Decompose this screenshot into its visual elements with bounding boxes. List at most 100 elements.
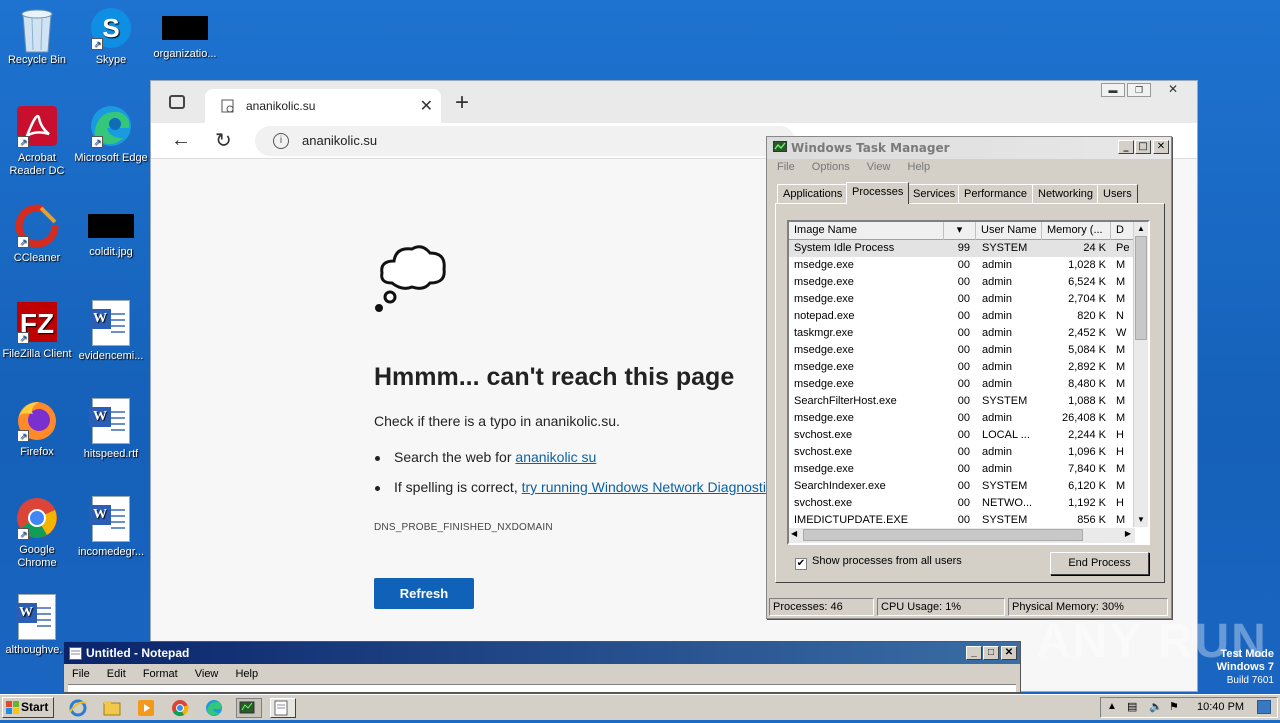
desktop-icon-hitspeed[interactable]: W hitspeed.rtf	[74, 398, 148, 461]
desktop-icon-filezilla[interactable]: FZ ↗ FileZilla Client	[0, 300, 74, 361]
menu-view[interactable]: View	[195, 668, 219, 680]
desktop-icon-organizatio[interactable]: organizatio...	[148, 6, 222, 61]
minimize-button[interactable]: _	[966, 646, 982, 660]
new-tab-icon[interactable]: +	[455, 89, 469, 117]
start-button[interactable]: Start	[2, 697, 54, 718]
desktop-icon-chrome[interactable]: ↗ Google Chrome	[0, 496, 74, 570]
info-icon[interactable]: i	[273, 133, 289, 149]
tab-networking[interactable]: Networking	[1032, 184, 1100, 203]
scroll-right-icon[interactable]: ▶	[1125, 529, 1131, 538]
process-row[interactable]: msedge.exe 00 admin 2,704 K M	[789, 291, 1148, 308]
close-button[interactable]: ✕	[1153, 140, 1169, 154]
notepad-titlebar[interactable]: Untitled - Notepad _ □ ✕	[64, 642, 1020, 664]
menu-view[interactable]: View	[867, 161, 891, 173]
process-row[interactable]: SearchFilterHost.exe 00 SYSTEM 1,088 K M	[789, 393, 1148, 410]
process-row[interactable]: msedge.exe 00 admin 7,840 K M	[789, 461, 1148, 478]
edge-icon[interactable]	[204, 698, 226, 718]
media-player-icon[interactable]	[136, 698, 158, 718]
menu-options[interactable]: Options	[812, 161, 850, 173]
menu-format[interactable]: Format	[143, 668, 178, 680]
maximize-button[interactable]: □	[1135, 140, 1151, 154]
process-row[interactable]: svchost.exe 00 admin 1,096 K H	[789, 444, 1148, 461]
refresh-button[interactable]: Refresh	[374, 578, 474, 609]
close-button[interactable]: ✕	[1153, 83, 1193, 97]
desktop-icon-incomedegr[interactable]: W incomedegr...	[74, 496, 148, 559]
address-bar[interactable]: i ananikolic.su	[255, 126, 795, 156]
column-cpu-sort[interactable]: ▾	[944, 222, 976, 240]
restore-button[interactable]: ❐	[1127, 83, 1151, 97]
task-manager-titlebar[interactable]: Windows Task Manager _ □ ✕	[767, 137, 1171, 159]
show-all-users-checkbox[interactable]: ✔ Show processes from all users	[795, 555, 962, 570]
desktop-icon-recycle-bin[interactable]: Recycle Bin	[0, 6, 74, 67]
process-row[interactable]: msedge.exe 00 admin 8,480 K M	[789, 376, 1148, 393]
desktop-icon-ccleaner[interactable]: ↗ CCleaner	[0, 204, 74, 265]
desktop-icon-skype[interactable]: S ↗ Skype	[74, 6, 148, 67]
tab-actions-icon[interactable]	[169, 95, 185, 109]
menu-help[interactable]: Help	[908, 161, 931, 173]
end-process-button[interactable]: End Process	[1050, 552, 1149, 575]
internet-explorer-icon[interactable]	[68, 698, 90, 718]
scroll-left-icon[interactable]: ◀	[791, 529, 797, 538]
show-hidden-icons-icon[interactable]: ▲	[1107, 701, 1117, 712]
column-memory[interactable]: Memory (...	[1042, 222, 1111, 240]
process-row[interactable]: SearchIndexer.exe 00 SYSTEM 6,120 K M	[789, 478, 1148, 495]
hscroll-thumb[interactable]	[803, 529, 1083, 541]
tab-processes[interactable]: Processes	[846, 182, 910, 204]
horizontal-scrollbar[interactable]: ◀ ▶	[789, 528, 1135, 543]
column-image-name[interactable]: Image Name	[789, 222, 944, 240]
task-manager-taskbar-icon[interactable]	[236, 698, 262, 718]
process-row[interactable]: msedge.exe 00 admin 26,408 K M	[789, 410, 1148, 427]
process-user-name: admin	[982, 276, 1012, 288]
process-row[interactable]: taskmgr.exe 00 admin 2,452 K W	[789, 325, 1148, 342]
close-tab-icon[interactable]: ✕	[420, 96, 433, 116]
desktop-icon-edge[interactable]: ↗ Microsoft Edge	[74, 104, 148, 165]
scroll-up-icon[interactable]: ▲	[1134, 222, 1148, 236]
process-row[interactable]: IMEDICTUPDATE.EXE 00 SYSTEM 856 K M	[789, 512, 1148, 529]
scroll-down-icon[interactable]: ▼	[1134, 513, 1148, 527]
show-desktop-icon[interactable]	[1257, 700, 1271, 714]
explorer-folder-icon[interactable]	[102, 698, 124, 718]
desktop-icon-acrobat[interactable]: ↗ Acrobat Reader DC	[0, 104, 74, 178]
checkbox-checked-icon[interactable]: ✔	[795, 558, 807, 570]
chrome-icon[interactable]	[170, 698, 192, 718]
vertical-scrollbar[interactable]: ▲ ▼	[1133, 222, 1148, 527]
process-row[interactable]: notepad.exe 00 admin 820 K N	[789, 308, 1148, 325]
volume-icon[interactable]: 🔈	[1149, 700, 1163, 713]
process-list[interactable]: Image Name ▾ User Name Memory (... D Sys…	[787, 220, 1150, 545]
network-icon[interactable]: ▤	[1127, 700, 1137, 713]
tab-users[interactable]: Users	[1097, 184, 1138, 203]
clock[interactable]: 10:40 PM	[1197, 701, 1244, 713]
minimize-button[interactable]: ▬	[1101, 83, 1125, 97]
tab-applications[interactable]: Applications	[777, 184, 849, 203]
tab-services[interactable]: Services	[907, 184, 962, 203]
menu-file[interactable]: File	[777, 161, 795, 173]
process-row[interactable]: msedge.exe 00 admin 1,028 K M	[789, 257, 1148, 274]
maximize-button[interactable]: □	[983, 646, 999, 660]
process-row[interactable]: msedge.exe 00 admin 2,892 K M	[789, 359, 1148, 376]
back-icon[interactable]: ←	[171, 129, 191, 152]
process-row[interactable]: svchost.exe 00 NETWO... 1,192 K H	[789, 495, 1148, 512]
browser-tab[interactable]: ananikolic.su ✕	[205, 89, 441, 123]
desktop-icon-coldit[interactable]: coldit.jpg	[74, 204, 148, 259]
tab-performance[interactable]: Performance	[958, 184, 1033, 203]
process-row[interactable]: svchost.exe 00 LOCAL ... 2,244 K H	[789, 427, 1148, 444]
process-row[interactable]: System Idle Process 99 SYSTEM 24 K Pe	[789, 240, 1148, 257]
notepad-text-area[interactable]	[68, 684, 1016, 692]
column-user-name[interactable]: User Name	[976, 222, 1042, 240]
process-row[interactable]: msedge.exe 00 admin 6,524 K M	[789, 274, 1148, 291]
notepad-taskbar-icon[interactable]	[270, 698, 296, 718]
desktop-icon-firefox[interactable]: ↗ Firefox	[0, 398, 74, 459]
search-web-link[interactable]: ananikolic su	[515, 449, 596, 465]
close-button[interactable]: ✕	[1001, 646, 1017, 660]
scroll-thumb[interactable]	[1135, 236, 1147, 340]
network-diagnostics-link[interactable]: try running Windows Network Diagnostic	[522, 479, 773, 495]
refresh-icon[interactable]: ↻	[215, 128, 232, 153]
desktop-icon-evidencemi[interactable]: W evidencemi...	[74, 300, 148, 363]
menu-file[interactable]: File	[72, 668, 90, 680]
process-user-name: admin	[982, 344, 1012, 356]
process-row[interactable]: msedge.exe 00 admin 5,084 K M	[789, 342, 1148, 359]
menu-help[interactable]: Help	[235, 668, 258, 680]
minimize-button[interactable]: _	[1118, 140, 1134, 154]
action-center-flag-icon[interactable]: ⚑	[1169, 700, 1179, 713]
menu-edit[interactable]: Edit	[107, 668, 126, 680]
